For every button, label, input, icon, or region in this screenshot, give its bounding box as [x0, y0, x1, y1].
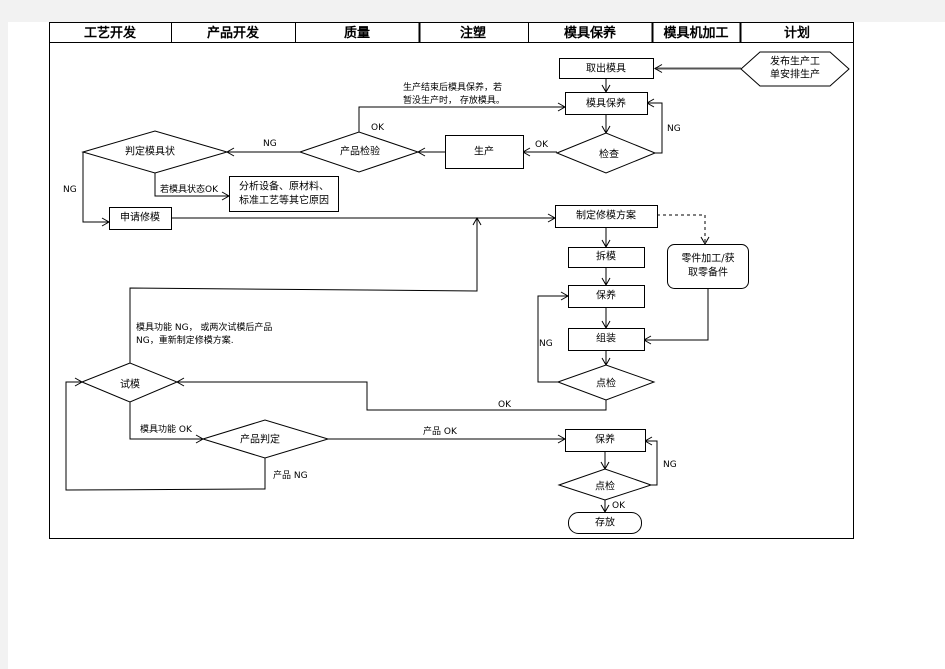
svg-text:产品检验: 产品检验 [340, 145, 380, 158]
label-spot-check-2-ok: OK [612, 501, 626, 511]
edge-spotcheck-ok [175, 377, 607, 411]
svg-text:判定模具状: 判定模具状 [125, 145, 175, 158]
node-make-repair-plan: 制定修模方案 [555, 205, 658, 228]
column-header-process-dev: 工艺开发 [84, 25, 137, 41]
svg-text:单安排生产: 单安排生产 [770, 68, 820, 81]
svg-text:检查: 检查 [599, 148, 619, 161]
svg-text:拆模: 拆模 [596, 250, 616, 263]
node-mold-maintenance: 模具保养 [565, 92, 648, 115]
label-retrial-note-2: NG，重新制定修模方案. [136, 334, 234, 346]
svg-text:点检: 点检 [596, 377, 616, 390]
node-take-out-mold: 取出模具 [559, 58, 654, 79]
column-header-mold-machining: 模具机加工 [663, 25, 728, 41]
column-header-mold-maintenance: 模具保养 [564, 25, 617, 41]
svg-text:分析设备、原材料、: 分析设备、原材料、 [239, 180, 329, 193]
label-spot-check-ok: OK [498, 400, 512, 410]
node-product-judgement: 产品判定 [201, 419, 330, 459]
node-apply-repair: 申请修模 [109, 207, 172, 230]
column-header-planning: 计划 [784, 25, 810, 41]
svg-text:保养: 保养 [595, 433, 615, 446]
edge-spotcheck2-ng [643, 436, 658, 486]
svg-text:制定修模方案: 制定修模方案 [576, 209, 636, 222]
top-band [0, 0, 945, 22]
node-store: 存放 [568, 512, 642, 534]
node-maintain: 保养 [568, 285, 645, 308]
label-inspect-ng: NG [667, 124, 681, 134]
label-product-inspection-ng: NG [263, 139, 277, 149]
svg-text:取零备件: 取零备件 [688, 266, 728, 279]
edge-product-inspection-ok [358, 102, 567, 132]
node-production: 生产 [445, 135, 524, 169]
edge-inspect-ng [645, 98, 663, 154]
edge-parts-to-assemble [642, 288, 709, 345]
node-trial-mold: 试模 [80, 362, 179, 403]
label-spot-check-2-ng: NG [663, 460, 677, 470]
svg-text:申请修模: 申请修模 [120, 211, 160, 224]
label-after-production-note-1: 生产结束后模具保养，若 [403, 81, 502, 93]
svg-text:保养: 保养 [596, 289, 616, 302]
label-retrial-note-1: 模具功能 NG， 或两次试模后产品 [136, 321, 272, 333]
column-header-quality: 质量 [344, 25, 370, 41]
label-product-inspection-ok: OK [371, 123, 385, 133]
edge-plan-to-parts [657, 214, 710, 246]
svg-text:生产: 生产 [474, 145, 494, 158]
label-mold-state-ng: NG [63, 185, 77, 195]
svg-text:产品判定: 产品判定 [240, 433, 280, 446]
node-spot-check-2: 点检 [557, 468, 653, 501]
label-mold-function-ok: 模具功能 OK [140, 423, 193, 435]
svg-text:点检: 点检 [595, 480, 615, 493]
svg-text:组装: 组装 [596, 332, 616, 345]
node-parts-machining: 零件加工/获 取零备件 [667, 244, 749, 289]
node-inspect: 检查 [555, 132, 657, 174]
label-product-ng: 产品 NG [273, 469, 308, 481]
label-spot-check-ng: NG [539, 339, 553, 349]
label-after-production-note-2: 暂没生产时， 存放模具。 [403, 94, 505, 106]
svg-text:零件加工/获: 零件加工/获 [681, 253, 734, 265]
node-assemble: 组装 [568, 328, 645, 351]
mold-maintenance-flowchart: 工艺开发 产品开发 质量 注塑 模具保养 模具机加工 计划 发布生产工 单安排生… [0, 0, 945, 669]
svg-text:存放: 存放 [595, 516, 615, 529]
label-product-ok: 产品 OK [423, 425, 458, 437]
svg-text:标准工艺等其它原因: 标准工艺等其它原因 [239, 194, 329, 207]
column-header-injection: 注塑 [460, 25, 486, 41]
node-analyze-causes: 分析设备、原材料、 标准工艺等其它原因 [229, 176, 339, 212]
left-band [0, 0, 8, 669]
svg-text:取出模具: 取出模具 [586, 62, 626, 75]
label-inspect-ok: OK [535, 140, 549, 150]
node-disassemble: 拆模 [568, 247, 645, 268]
svg-text:发布生产工: 发布生产工 [770, 55, 820, 68]
node-publish-order: 发布生产工 单安排生产 [740, 51, 850, 87]
label-mold-state-ok: 若模具状态OK [160, 183, 219, 195]
svg-text:试模: 试模 [120, 378, 140, 391]
column-header-product-dev: 产品开发 [207, 25, 260, 41]
node-maintain-2: 保养 [565, 429, 646, 452]
edge-mold-state-ng [82, 152, 111, 227]
node-judge-mold-state: 判定模具状 [81, 130, 229, 174]
svg-text:模具保养: 模具保养 [586, 97, 626, 110]
node-product-inspection: 产品检验 [298, 131, 420, 173]
node-spot-check: 点检 [556, 364, 656, 401]
